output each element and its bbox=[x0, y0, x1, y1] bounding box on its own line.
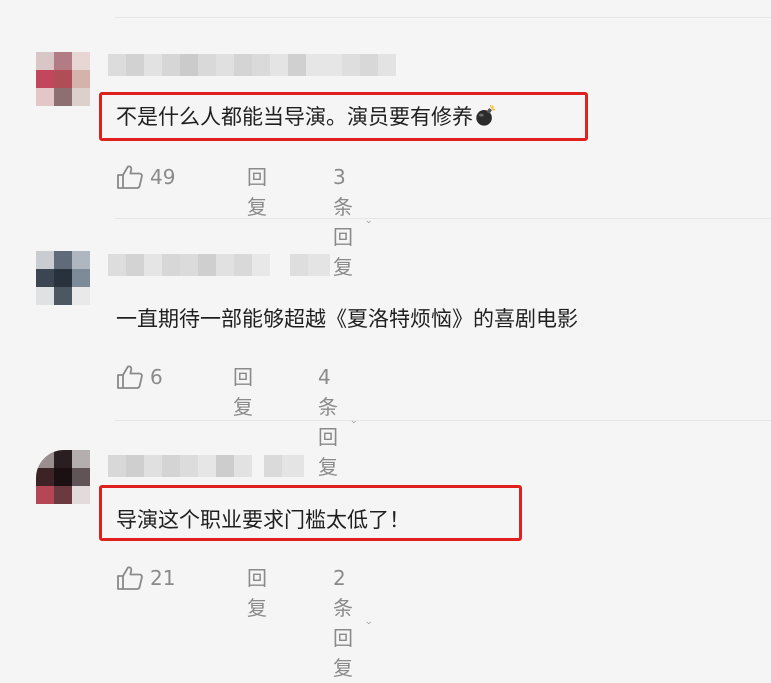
comment-text: 一直期待一部能够超越《夏洛特烦恼》的喜剧电影 bbox=[116, 305, 578, 333]
thumbs-up-icon bbox=[117, 365, 143, 389]
comment-divider bbox=[115, 218, 771, 219]
reply-button[interactable]: 回复 bbox=[247, 162, 267, 222]
comment-text: 导演这个职业要求门槛太低了！ bbox=[116, 506, 410, 534]
username-blurred[interactable] bbox=[108, 254, 330, 276]
avatar[interactable] bbox=[36, 251, 90, 305]
view-replies-button[interactable]: 4条回复 bbox=[318, 362, 356, 482]
replies-count-label: 2条回复 bbox=[333, 566, 353, 680]
replies-count-label: 3条回复 bbox=[333, 165, 353, 279]
like-button[interactable]: 49 bbox=[116, 164, 175, 190]
thumbs-up-icon bbox=[117, 165, 143, 189]
like-button[interactable]: 6 bbox=[116, 364, 163, 390]
chevron-down-icon bbox=[366, 621, 371, 625]
comment-divider bbox=[115, 420, 771, 421]
comment-body: 一直期待一部能够超越《夏洛特烦恼》的喜剧电影 bbox=[116, 307, 578, 331]
like-count: 21 bbox=[150, 566, 176, 590]
reply-button[interactable]: 回复 bbox=[247, 563, 267, 623]
comment-body: 不是什么人都能当导演。演员要有修养 bbox=[116, 105, 473, 129]
comment-actions: 21 回复 2条回复 bbox=[116, 563, 371, 680]
reply-button[interactable]: 回复 bbox=[233, 362, 253, 422]
top-divider bbox=[115, 17, 771, 18]
replies-count-label: 4条回复 bbox=[318, 365, 338, 479]
like-count: 49 bbox=[150, 165, 176, 189]
chevron-down-icon bbox=[351, 420, 356, 424]
thumbs-up-icon bbox=[117, 566, 143, 590]
view-replies-button[interactable]: 3条回复 bbox=[333, 162, 371, 282]
comment-actions: 6 回复 4条回复 bbox=[116, 362, 356, 479]
like-button[interactable]: 21 bbox=[116, 565, 175, 591]
view-replies-button[interactable]: 2条回复 bbox=[333, 563, 371, 683]
like-count: 6 bbox=[150, 365, 163, 389]
comment-actions: 49 回复 3条回复 bbox=[116, 162, 371, 279]
comment-body: 导演这个职业要求门槛太低了！ bbox=[116, 508, 410, 532]
bomb-icon bbox=[476, 105, 496, 126]
username-blurred[interactable] bbox=[108, 455, 304, 477]
comment-text: 不是什么人都能当导演。演员要有修养 bbox=[116, 103, 496, 131]
username-blurred[interactable] bbox=[108, 54, 396, 76]
avatar[interactable] bbox=[36, 52, 90, 106]
avatar[interactable] bbox=[36, 450, 90, 504]
